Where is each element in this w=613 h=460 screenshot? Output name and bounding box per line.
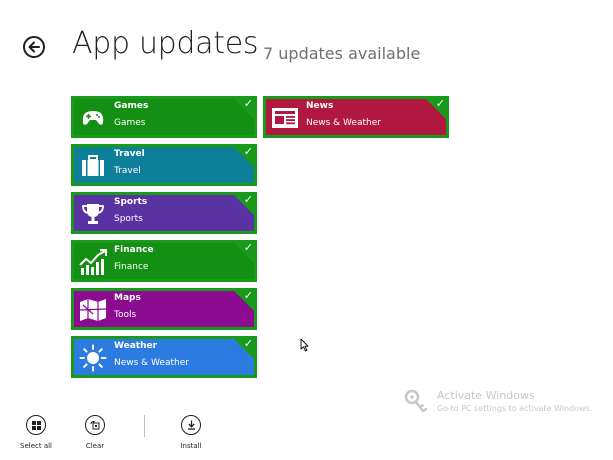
tile-name: Travel [114, 149, 145, 159]
chart-icon [78, 247, 108, 277]
tile-category: Travel [114, 166, 141, 176]
install-button[interactable]: Install [169, 415, 213, 455]
clear-selection-icon [90, 420, 100, 429]
tile-category: Finance [114, 262, 149, 272]
watermark-title: Activate Windows [437, 389, 535, 402]
updates-count: 7 updates available [263, 44, 421, 63]
back-button[interactable] [23, 36, 45, 58]
tile-category: Sports [114, 214, 143, 224]
appbar-separator [144, 415, 145, 437]
select-all-label: Select all [20, 442, 52, 450]
tile-name: Finance [114, 245, 154, 255]
clear-label: Clear [85, 442, 105, 450]
install-label: Install [180, 442, 202, 450]
tile-weather[interactable]: Weather News & Weather ✓ [71, 336, 257, 378]
select-all-icon [31, 420, 41, 430]
watermark-subtitle: Go to PC settings to activate Windows. [437, 404, 593, 413]
checkmark-icon: ✓ [243, 289, 253, 302]
tile-category: News & Weather [114, 358, 189, 368]
tile-name: Sports [114, 197, 148, 207]
tile-name: News [306, 101, 334, 111]
clear-button[interactable]: Clear [73, 415, 117, 455]
tile-games[interactable]: Games Games ✓ [71, 96, 257, 138]
checkmark-icon: ✓ [243, 337, 253, 350]
tile-travel[interactable]: Travel Travel ✓ [71, 144, 257, 186]
tile-sports[interactable]: Sports Sports ✓ [71, 192, 257, 234]
page-title: App updates [72, 26, 259, 61]
tile-name: Games [114, 101, 149, 111]
checkmark-icon: ✓ [243, 193, 253, 206]
tile-category: News & Weather [306, 118, 381, 128]
key-icon [404, 389, 428, 421]
mouse-cursor-icon [300, 337, 309, 356]
download-icon [187, 420, 195, 430]
checkmark-icon: ✓ [243, 145, 253, 158]
select-all-button[interactable]: Select all [14, 415, 58, 455]
tile-category: Games [114, 118, 146, 128]
trophy-icon [78, 199, 108, 229]
suitcase-icon [78, 151, 108, 181]
tile-name: Weather [114, 341, 158, 351]
sun-icon [78, 343, 108, 373]
checkmark-icon: ✓ [435, 97, 445, 110]
tile-name: Maps [114, 293, 141, 303]
gamepad-icon [78, 103, 108, 133]
checkmark-icon: ✓ [243, 241, 253, 254]
tile-maps[interactable]: Maps Tools ✓ [71, 288, 257, 330]
tile-category: Tools [114, 310, 137, 320]
activation-watermark: Activate Windows Go to PC settings to ac… [404, 389, 604, 419]
checkmark-icon: ✓ [243, 97, 253, 110]
newspaper-icon [270, 103, 300, 133]
tile-news[interactable]: News News & Weather ✓ [263, 96, 449, 138]
arrow-left-icon [28, 41, 40, 53]
map-icon [78, 295, 108, 325]
tile-finance[interactable]: Finance Finance ✓ [71, 240, 257, 282]
